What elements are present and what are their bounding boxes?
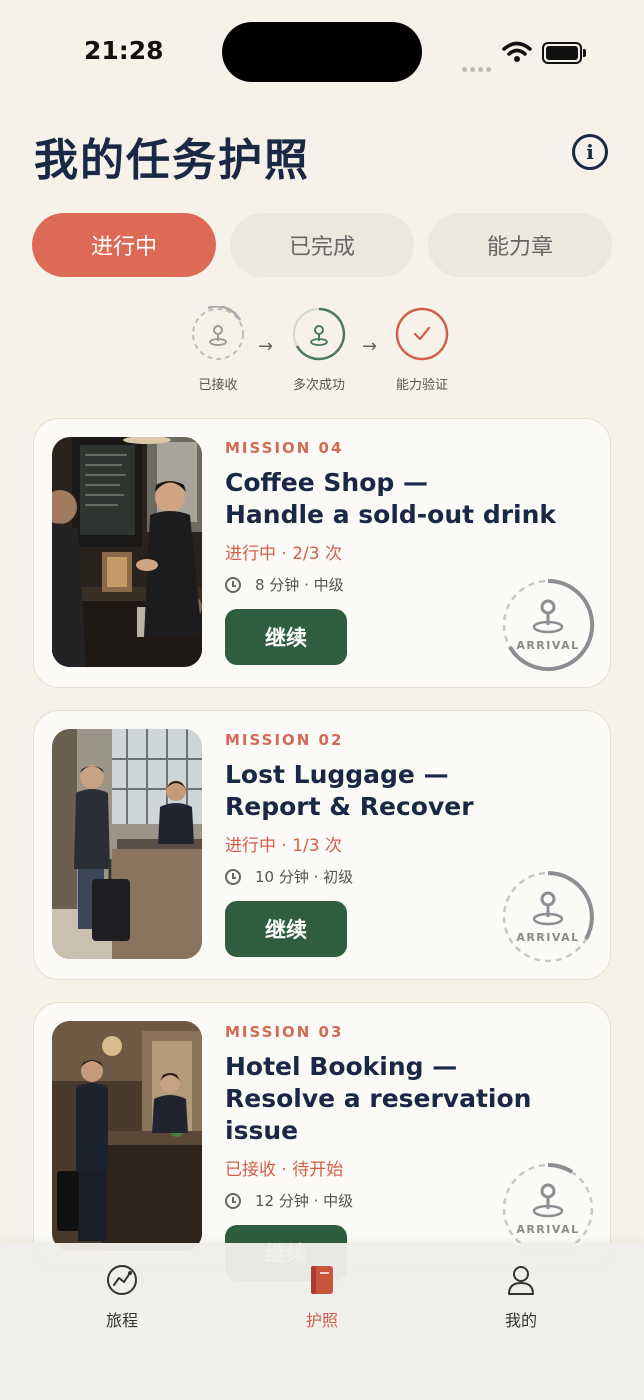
- clock-icon: [225, 576, 241, 593]
- mission-number: MISSION 02: [225, 731, 344, 749]
- page-title: 我的任务护照: [34, 135, 310, 186]
- dynamic-island: [222, 22, 422, 82]
- wifi-icon: [502, 41, 532, 62]
- pin-icon: [192, 305, 244, 360]
- mission-card[interactable]: MISSION 02 Lost Luggage — Report & Recov…: [33, 710, 611, 980]
- tabbar-label: 我的: [504, 1311, 537, 1330]
- arrival-badge: ARRIVAL: [500, 577, 596, 673]
- tabbar-item-journey[interactable]: 旅程: [62, 1263, 182, 1331]
- continue-button[interactable]: 继续: [225, 609, 347, 665]
- mission-duration-level: 12 分钟 · 中级: [255, 1192, 354, 1210]
- mission-duration-level: 10 分钟 · 初级: [255, 868, 354, 886]
- tabbar-label: 旅程: [105, 1311, 138, 1330]
- arrival-badge: ARRIVAL: [500, 869, 596, 965]
- mission-card[interactable]: MISSION 03 Hotel Booking — Resolve a res…: [33, 1002, 611, 1281]
- mission-title-line: Hotel Booking —: [225, 1052, 458, 1081]
- tabbar-item-profile[interactable]: 我的: [461, 1263, 581, 1331]
- mission-title: Coffee Shop — Handle a sold-out drink: [225, 467, 585, 531]
- airport-photo: [52, 729, 202, 959]
- info-icon[interactable]: i: [572, 134, 608, 170]
- pin-icon: [293, 307, 346, 361]
- step-received: 已接收: [168, 305, 268, 393]
- mission-title-line: Lost Luggage —: [225, 760, 449, 789]
- mission-title-line: Handle a sold-out drink: [225, 500, 557, 529]
- journey-icon: [107, 1265, 137, 1295]
- mission-title-line: Resolve a reservation issue: [225, 1084, 532, 1145]
- arrival-label: ARRIVAL: [516, 1223, 580, 1236]
- continue-button[interactable]: 继续: [225, 901, 347, 957]
- progress-steps: 已接收 → 多次成功 → 能力验证: [0, 300, 644, 400]
- clock-icon: [225, 1192, 241, 1209]
- clock-icon: [225, 868, 241, 885]
- bottom-tab-bar: 旅程 护照 我的: [0, 1243, 644, 1400]
- step-label: 多次成功: [292, 378, 345, 393]
- arrival-label: ARRIVAL: [516, 931, 580, 944]
- status-time: 21:28: [84, 36, 164, 65]
- status-bar: 21:28: [0, 0, 644, 100]
- step-label: 能力验证: [395, 378, 448, 393]
- mission-duration-level: 8 分钟 · 中级: [255, 576, 344, 594]
- arrival-label: ARRIVAL: [516, 639, 580, 652]
- mission-title-line: Report & Recover: [225, 792, 474, 821]
- coffee-shop-photo: [52, 437, 202, 667]
- arrival-ring-icon: [502, 871, 594, 963]
- tabbar-label: 护照: [305, 1311, 338, 1330]
- mission-title: Hotel Booking — Resolve a reservation is…: [225, 1051, 585, 1147]
- arrival-ring-icon: [502, 578, 595, 671]
- tab-completed[interactable]: 已完成: [230, 213, 414, 277]
- battery-icon: [542, 42, 586, 64]
- check-icon: [395, 307, 449, 361]
- passport-icon: [311, 1266, 333, 1294]
- mission-number: MISSION 03: [225, 1023, 344, 1041]
- segmented-tabs: 进行中 已完成 能力章: [32, 213, 612, 277]
- tab-badges[interactable]: 能力章: [428, 213, 612, 277]
- mission-title-line: Coffee Shop —: [225, 468, 428, 497]
- mission-status: 进行中 · 2/3 次: [225, 544, 342, 564]
- hotel-lobby-photo: [52, 1021, 202, 1251]
- tab-in-progress[interactable]: 进行中: [32, 213, 216, 277]
- step-verified: 能力验证: [372, 306, 472, 393]
- signal-icon: [462, 57, 496, 72]
- tabbar-item-passport[interactable]: 护照: [262, 1263, 382, 1331]
- step-label: 已接收: [198, 378, 238, 393]
- step-multiple-success: 多次成功: [269, 306, 369, 393]
- profile-icon: [508, 1266, 534, 1295]
- mission-status: 进行中 · 1/3 次: [225, 836, 342, 856]
- mission-card[interactable]: MISSION 04 Coffee Shop — Handle a sold-o…: [33, 418, 611, 688]
- mission-title: Lost Luggage — Report & Recover: [225, 759, 585, 823]
- mission-number: MISSION 04: [225, 439, 344, 457]
